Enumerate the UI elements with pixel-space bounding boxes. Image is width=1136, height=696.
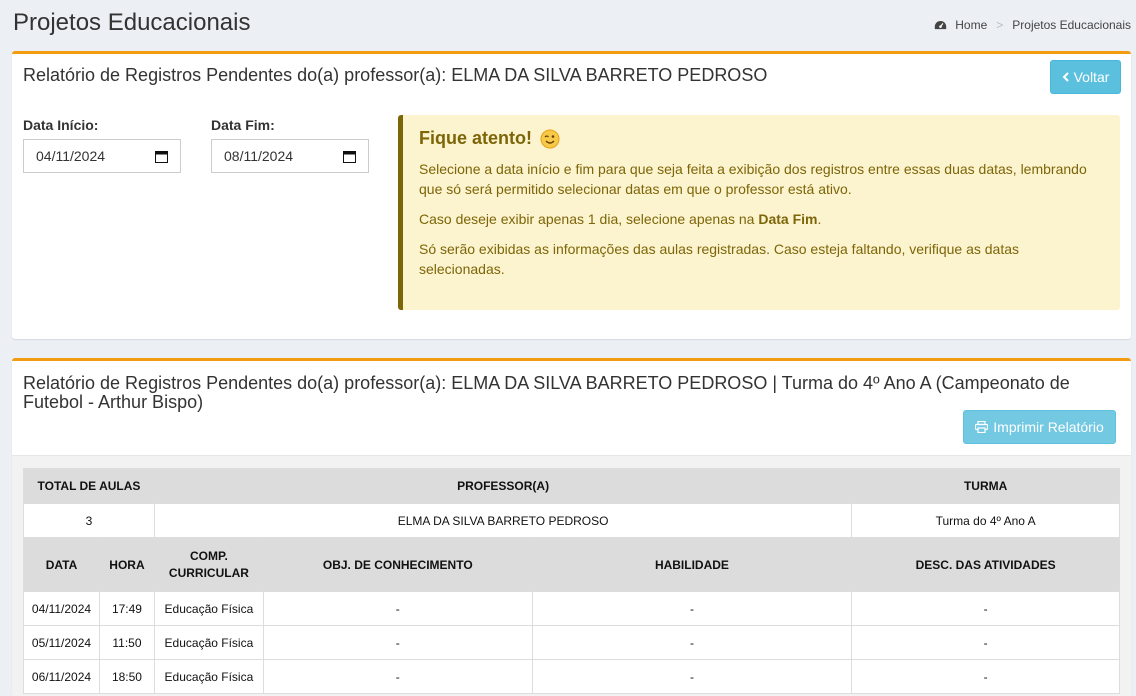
callout-p2-bold: Data Fim [758,211,818,227]
end-date-input[interactable]: 08/11/2024 [211,139,369,173]
table-row: 05/11/2024 11:50 Educação Física - - - [23,625,1120,660]
teacher-value: ELMA DA SILVA BARRETO PEDROSO [153,503,853,538]
print-icon [975,421,989,433]
summary-header-row: TOTAL DE AULAS PROFESSOR(A) TURMA [23,468,1120,504]
row-knowledge: - [262,659,533,694]
row-skill: - [531,591,853,626]
total-classes-value: 3 [23,503,155,538]
detail-header-row: DATA HORA COMP. CURRICULAR OBJ. DE CONHE… [23,537,1120,592]
table-row: 04/11/2024 17:49 Educação Física - - - [23,591,1120,626]
row-time: 18:50 [98,659,155,694]
calendar-icon[interactable] [155,150,168,163]
callout-p2-suffix: . [817,211,822,227]
calendar-icon[interactable] [343,150,356,163]
page-header: Projetos Educacionais Home > Projetos Ed… [0,0,1136,48]
callout-paragraph-1: Selecione a data início e fim para que s… [419,161,1087,197]
callout-title: Fique atento! [419,128,1104,149]
class-header: TURMA [851,468,1120,504]
row-description: - [851,591,1120,626]
filter-box-title: Relatório de Registros Pendentes do(a) p… [23,65,768,85]
end-date-label: Data Fim: [211,117,275,133]
activities-description-header: DESC. DAS ATIVIDADES [851,537,1120,592]
start-date-value: 04/11/2024 [36,148,106,164]
filter-box: Relatório de Registros Pendentes do(a) p… [12,51,1131,339]
class-value: Turma do 4º Ano A [851,503,1120,538]
row-description: - [851,659,1120,694]
teacher-header: PROFESSOR(A) [153,468,853,504]
row-knowledge: - [262,625,533,660]
back-button[interactable]: Voltar [1050,60,1121,94]
row-skill: - [531,625,853,660]
callout-paragraph-2: Caso deseje exibir apenas 1 dia, selecio… [419,209,1104,229]
print-report-label: Imprimir Relatório [993,419,1104,435]
start-date-label: Data Início: [23,117,99,133]
report-table: TOTAL DE AULAS PROFESSOR(A) TURMA 3 ELMA… [23,468,1120,694]
row-knowledge: - [262,591,533,626]
chevron-left-icon [1062,72,1069,82]
row-skill: - [531,659,853,694]
start-date-field: Data Início: 04/11/2024 [23,117,181,173]
knowledge-object-header: OBJ. DE CONHECIMENTO [262,537,533,592]
back-button-label: Voltar [1073,69,1110,85]
row-component: Educação Física [153,659,264,694]
callout-p2-prefix: Caso deseje exibir apenas 1 dia, selecio… [419,211,759,227]
table-row: 06/11/2024 18:50 Educação Física - - - [23,659,1120,694]
row-date: 05/11/2024 [23,625,100,660]
row-time: 17:49 [98,591,155,626]
curricular-component-header: COMP. CURRICULAR [153,537,264,592]
breadcrumb-current: Projetos Educacionais [1012,18,1131,32]
dashboard-icon [935,20,947,30]
date-header: DATA [23,537,100,592]
callout-title-text: Fique atento! [419,128,532,148]
row-date: 06/11/2024 [23,659,100,694]
print-report-button[interactable]: Imprimir Relatório [963,410,1116,444]
report-box-title: Relatório de Registros Pendentes do(a) p… [23,373,1070,412]
start-date-input[interactable]: 04/11/2024 [23,139,181,173]
breadcrumb: Home > Projetos Educacionais [934,18,1131,32]
end-date-value: 08/11/2024 [224,148,294,164]
skill-header: HABILIDADE [531,537,853,592]
row-component: Educação Física [153,591,264,626]
page-title: Projetos Educacionais [13,9,251,36]
warning-callout: Fique atento! Selecione a data início e … [398,115,1120,310]
summary-data-row: 3 ELMA DA SILVA BARRETO PEDROSO Turma do… [23,503,1120,538]
breadcrumb-separator: > [996,18,1004,32]
row-description: - [851,625,1120,660]
report-box: Relatório de Registros Pendentes do(a) p… [12,358,1131,696]
wink-emoji-icon [540,129,560,148]
total-classes-header: TOTAL DE AULAS [23,468,155,504]
time-header: HORA [98,537,155,592]
row-time: 11:50 [98,625,155,660]
report-table-wrapper: TOTAL DE AULAS PROFESSOR(A) TURMA 3 ELMA… [12,455,1131,696]
row-component: Educação Física [153,625,264,660]
callout-paragraph-3: Só serão exibidas as informações das aul… [419,241,1020,277]
end-date-field: Data Fim: 08/11/2024 [211,117,369,173]
row-date: 04/11/2024 [23,591,100,626]
breadcrumb-home[interactable]: Home [955,18,987,32]
